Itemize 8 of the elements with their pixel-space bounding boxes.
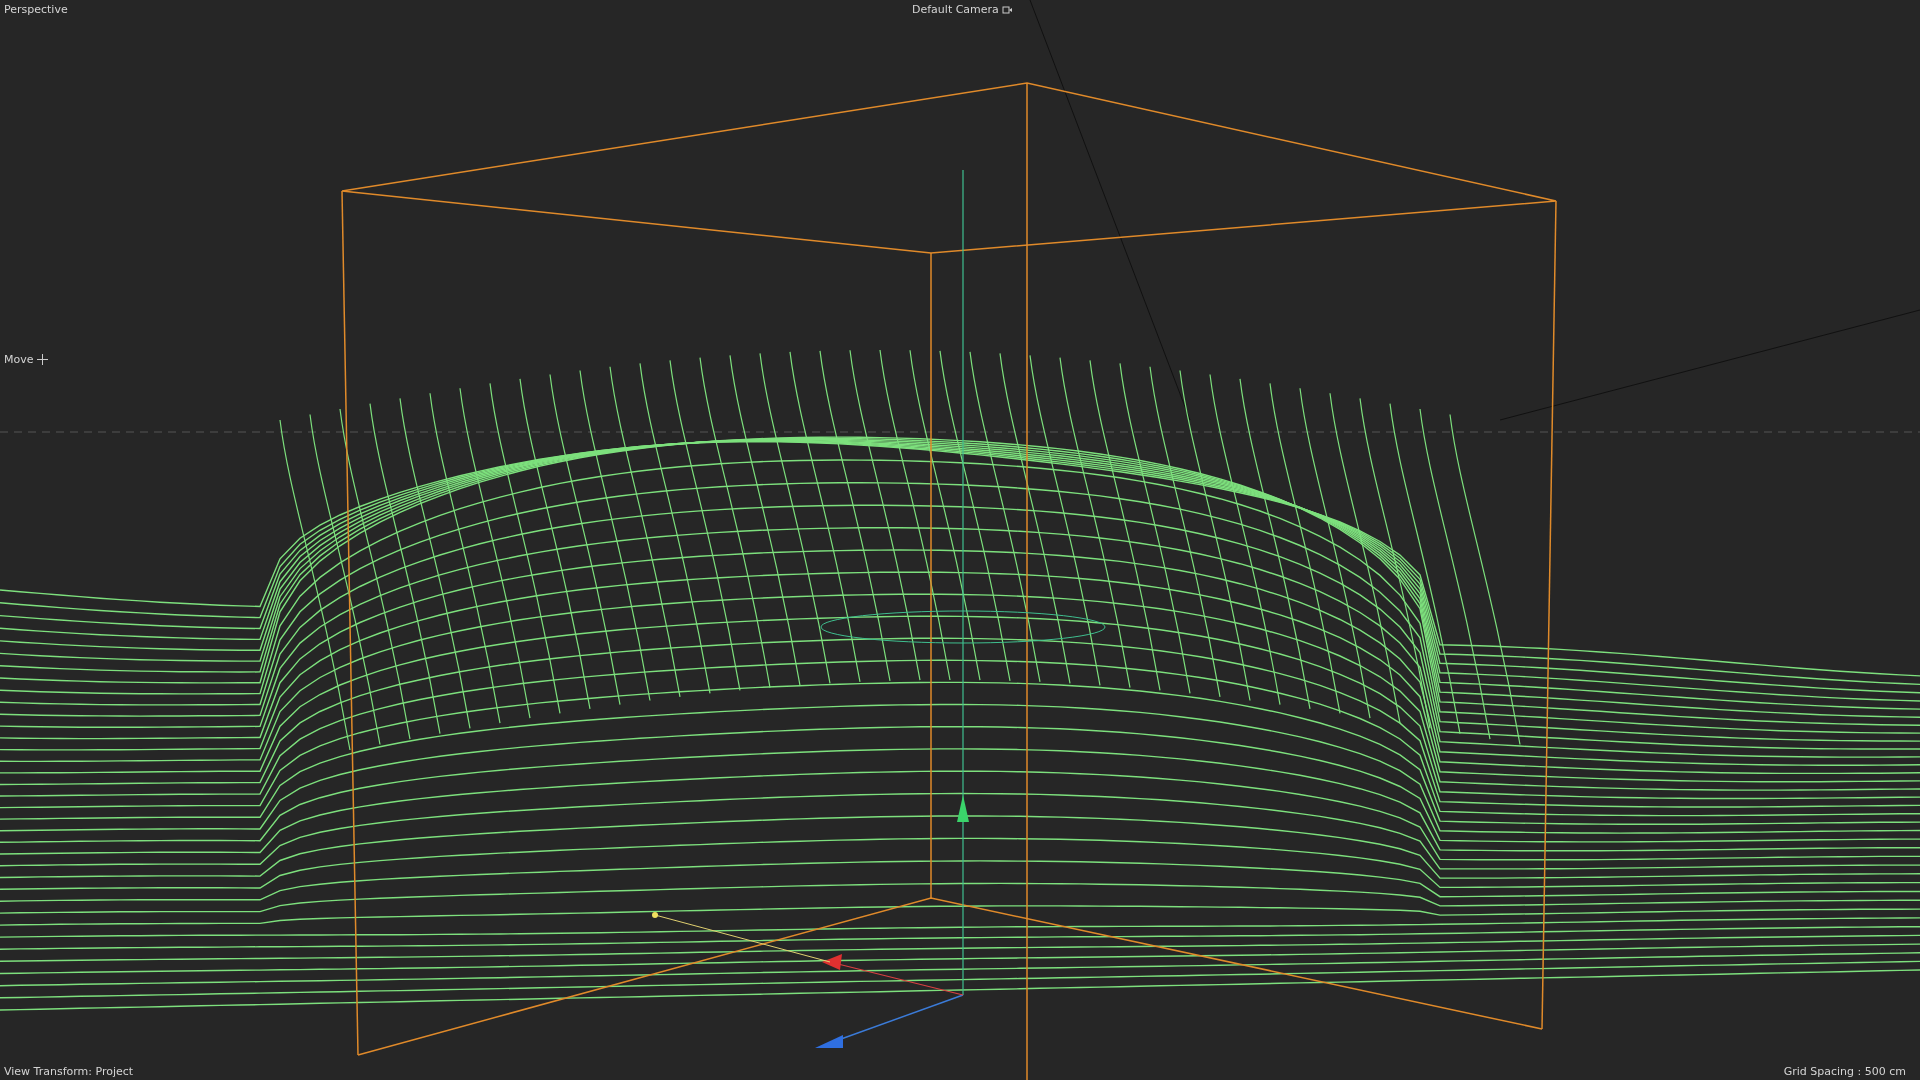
grid-spacing-label: Grid Spacing : 500 cm xyxy=(1783,1065,1906,1078)
camera-icon[interactable] xyxy=(1001,4,1012,15)
tool-label: Move xyxy=(4,353,34,366)
move-icon xyxy=(36,354,48,365)
camera-label[interactable]: Default Camera xyxy=(912,3,999,16)
view-transform-label: View Transform: Project xyxy=(4,1065,134,1078)
viewport[interactable]: Perspective Default Camera Move View Transform: Project Grid Spacing : 500 cm xyxy=(0,0,1920,1080)
view-name-label: Perspective xyxy=(4,3,68,16)
